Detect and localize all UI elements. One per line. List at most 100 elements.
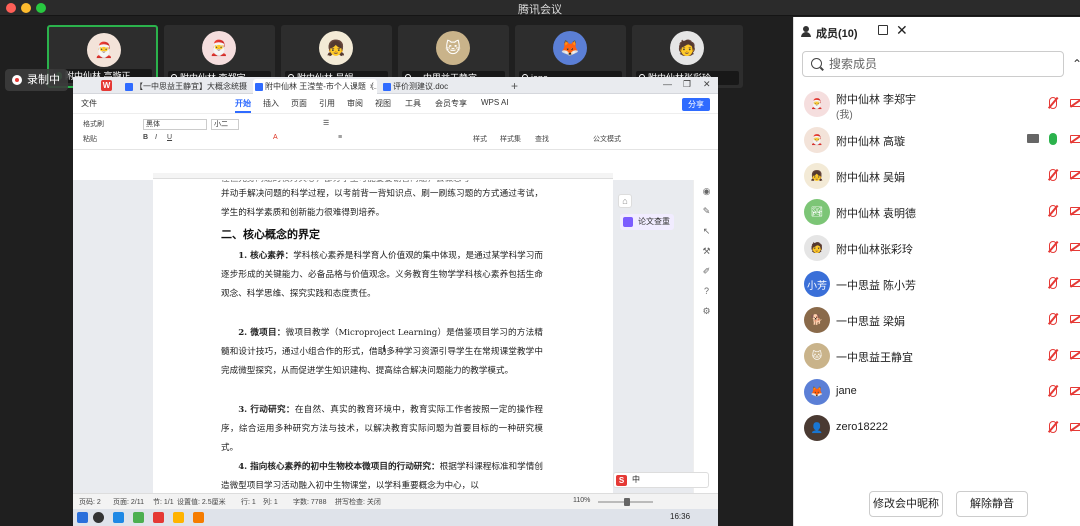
camera-off-icon[interactable]: [1070, 171, 1080, 179]
menu-3[interactable]: 引用: [319, 98, 335, 109]
file-menu[interactable]: 文件: [81, 98, 97, 109]
zoom-level[interactable]: 110%: [573, 497, 590, 504]
mic-muted-icon[interactable]: [1049, 277, 1057, 289]
member-row[interactable]: 🎅 附中仙林 高璇: [794, 123, 1080, 159]
camera-off-icon[interactable]: [1070, 315, 1080, 323]
wps-tab-2[interactable]: 附中仙林 王滢莹-市个人课题（... ×: [253, 79, 377, 94]
mic-muted-icon[interactable]: [1049, 385, 1057, 397]
member-row[interactable]: 👧 附中仙林 吴娟: [794, 159, 1080, 195]
menu-5[interactable]: 视图: [375, 98, 391, 109]
explorer-icon[interactable]: [173, 512, 184, 523]
recording-badge[interactable]: 录制中: [5, 69, 68, 91]
member-row[interactable]: 🧑 附中仙林张彩玲: [794, 231, 1080, 267]
menu-8[interactable]: WPS AI: [481, 98, 509, 107]
brush-icon[interactable]: ✐: [701, 266, 712, 277]
member-row[interactable]: 小芳 一中思益 陈小芳: [794, 267, 1080, 303]
official-mode-button[interactable]: 公文模式: [593, 134, 621, 144]
tools-icon[interactable]: ⚒: [701, 246, 712, 257]
member-row[interactable]: 🏞 附中仙林 袁明德: [794, 195, 1080, 231]
minimize-icon[interactable]: —: [663, 79, 672, 89]
member-row[interactable]: 🐕 一中思益 梁娟: [794, 303, 1080, 339]
camera-off-icon[interactable]: [1070, 207, 1080, 215]
menu-7[interactable]: 会员专享: [435, 98, 467, 109]
member-row[interactable]: 🎅 附中仙林 李郑宇 (我): [794, 87, 1080, 123]
mic-muted-icon[interactable]: [1049, 205, 1057, 217]
document-page[interactable]: 往但光身问题的权力关心，部分学生可能要要谢普问题，会做态考 并动手解决问题的科学…: [153, 180, 613, 493]
close-panel-icon[interactable]: ✕: [896, 22, 908, 39]
doc-icon: [255, 83, 263, 91]
member-name: 一中思益王静宜: [836, 352, 913, 364]
camera-off-icon[interactable]: [1070, 351, 1080, 359]
camera-off-icon[interactable]: [1070, 423, 1080, 431]
search-taskbar-icon[interactable]: [93, 512, 104, 523]
mic-muted-icon[interactable]: [1049, 169, 1057, 181]
ruler[interactable]: [153, 173, 613, 179]
select-icon[interactable]: ↖: [701, 226, 712, 237]
member-row[interactable]: 👤 zero18222: [794, 411, 1080, 447]
camera-off-icon[interactable]: [1070, 243, 1080, 251]
member-name: 附中仙林 袁明德: [836, 208, 917, 220]
mic-muted-icon[interactable]: [1049, 349, 1057, 361]
restore-icon[interactable]: ❐: [683, 79, 691, 90]
search-input[interactable]: [829, 56, 1049, 72]
settings-icon[interactable]: ⚙: [701, 306, 712, 317]
menu-2[interactable]: 页面: [291, 98, 307, 109]
item-2: 2. 微项目：微项目教学（Microproject Learning）是借鉴项目…: [221, 328, 543, 376]
invite-icon[interactable]: ⌃: [1072, 57, 1080, 71]
camera-off-icon[interactable]: [1070, 387, 1080, 395]
location-icon[interactable]: ◉: [701, 186, 712, 197]
shared-screen: W 【一中思益王静宜】大概念统摄下初... 附中仙林 王滢莹-市个人课题（...…: [73, 77, 718, 509]
zoom-slider[interactable]: [598, 498, 653, 506]
menu-1[interactable]: 插入: [263, 98, 279, 109]
mic-muted-icon[interactable]: [1049, 313, 1057, 325]
find-button[interactable]: 查找: [535, 134, 549, 144]
edit-icon[interactable]: ✎: [701, 206, 712, 217]
share-button[interactable]: 分享: [682, 98, 710, 111]
font-color-icon[interactable]: A: [273, 134, 278, 141]
spell-check[interactable]: 拼写检查: 关闭: [335, 497, 381, 507]
start-icon[interactable]: [77, 512, 88, 523]
font-name-select[interactable]: 黑体: [143, 119, 207, 130]
popout-icon[interactable]: [878, 25, 888, 35]
align-center-icon[interactable]: ≡: [338, 134, 342, 141]
app-taskbar-icon[interactable]: [193, 512, 204, 523]
menu-4[interactable]: 审阅: [347, 98, 363, 109]
format-painter-button[interactable]: 格式刷: [83, 119, 104, 129]
wps-logo-icon[interactable]: W: [101, 80, 112, 91]
ime-bar[interactable]: S 中: [613, 472, 709, 488]
mic-muted-icon[interactable]: [1049, 97, 1057, 109]
collapse-panel-icon[interactable]: ⌂: [618, 194, 632, 208]
camera-off-icon[interactable]: [1070, 99, 1080, 107]
wps-taskbar-icon[interactable]: [153, 512, 164, 523]
style-button[interactable]: 样式: [473, 134, 487, 144]
wps-tab-1[interactable]: 【一中思益王静宜】大概念统摄下初...: [123, 79, 247, 94]
unmute-all-button[interactable]: 解除静音: [956, 491, 1028, 517]
italic-button[interactable]: I: [155, 134, 157, 141]
paper-check-button[interactable]: 论文查重: [620, 214, 674, 230]
chrome-icon[interactable]: [133, 512, 144, 523]
style-set-button[interactable]: 样式集: [500, 134, 521, 144]
word-count: 字数: 7788: [293, 499, 327, 506]
camera-off-icon[interactable]: [1070, 135, 1080, 143]
menu-0[interactable]: 开始: [235, 98, 251, 113]
wps-tab-3[interactable]: 评价测建议.doc: [381, 79, 501, 94]
paste-button[interactable]: 粘贴: [83, 134, 97, 144]
bold-button[interactable]: B: [143, 134, 148, 141]
mic-on-icon[interactable]: [1049, 133, 1057, 145]
member-row[interactable]: 🦊 jane: [794, 375, 1080, 411]
close-icon[interactable]: ✕: [703, 79, 711, 90]
list-icon[interactable]: ☰: [323, 119, 329, 127]
edge-icon[interactable]: [113, 512, 124, 523]
participant-avatar: 🐱: [436, 31, 470, 65]
mic-muted-icon[interactable]: [1049, 421, 1057, 433]
help-icon[interactable]: ?: [701, 286, 712, 297]
new-tab-button[interactable]: +: [511, 79, 518, 93]
member-row[interactable]: 🐱 一中思益王静宜: [794, 339, 1080, 375]
underline-button[interactable]: U: [167, 134, 172, 141]
font-size-select[interactable]: 小二: [211, 119, 239, 130]
rename-button[interactable]: 修改会中昵称: [869, 491, 943, 517]
close-tab-icon[interactable]: ×: [369, 79, 374, 94]
camera-off-icon[interactable]: [1070, 279, 1080, 287]
menu-6[interactable]: 工具: [405, 98, 421, 109]
mic-muted-icon[interactable]: [1049, 241, 1057, 253]
